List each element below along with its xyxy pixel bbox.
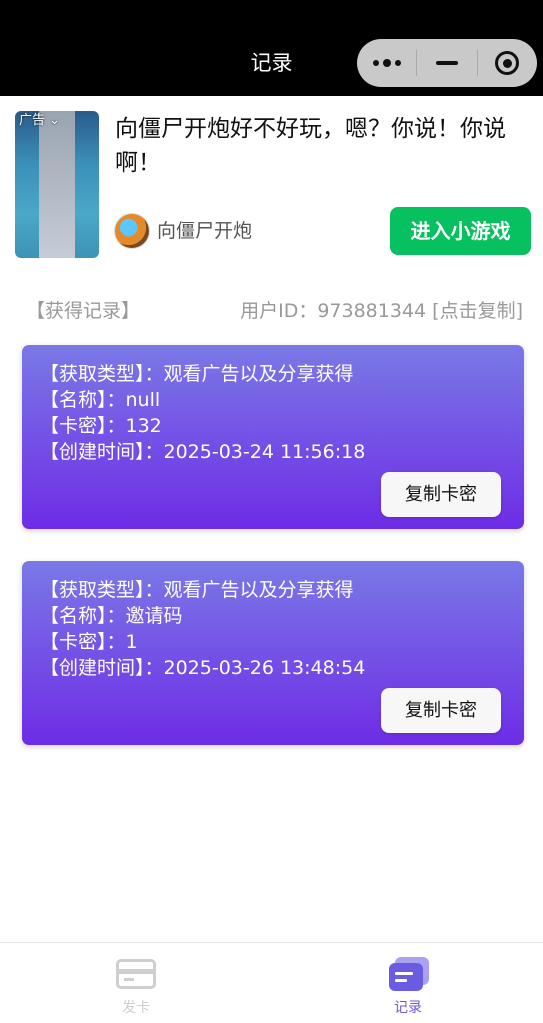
more-dots-icon xyxy=(372,59,401,67)
record-code: 【卡密】：132 xyxy=(40,415,162,437)
more-button[interactable] xyxy=(357,39,416,87)
ad-title[interactable]: 向僵尸开炮好不好玩，嗯？你说！你说啊！ xyxy=(115,112,530,180)
copy-user-id-link[interactable]: 用户ID：973881344 [点击复制] xyxy=(240,296,523,326)
record-card: 【获取类型】：观看广告以及分享获得 【名称】：邀请码 【卡密】：1 【创建时间】… xyxy=(22,561,524,745)
record-card: 【获取类型】：观看广告以及分享获得 【名称】：null 【卡密】：132 【创建… xyxy=(22,345,524,529)
record-name: 【名称】：null xyxy=(40,389,161,411)
navigation-bar: 记录 xyxy=(0,0,543,96)
mini-program-capsule xyxy=(357,39,537,87)
records-label: 【获得记录】 xyxy=(26,300,141,322)
record-name: 【名称】：邀请码 xyxy=(40,605,183,627)
close-button[interactable] xyxy=(478,39,537,87)
records-header: 【获得记录】 用户ID：973881344 [点击复制] xyxy=(26,296,523,326)
records-icon xyxy=(389,957,429,991)
ad-thumbnail[interactable]: 广告 ⌄ xyxy=(15,111,99,258)
tab-label: 记录 xyxy=(394,1000,422,1016)
record-code: 【卡密】：1 xyxy=(40,631,138,653)
record-type: 【获取类型】：观看广告以及分享获得 xyxy=(40,363,354,385)
card-icon xyxy=(116,959,156,989)
ad-game-name: 向僵尸开炮 xyxy=(157,220,253,242)
ad-banner[interactable]: 广告 ⌄ 向僵尸开炮好不好玩，嗯？你说！你说啊！ 向僵尸开炮 进入小游戏 xyxy=(0,96,543,276)
minimize-icon xyxy=(436,61,458,65)
copy-code-button[interactable]: 复制卡密 xyxy=(381,472,501,517)
copy-code-button[interactable]: 复制卡密 xyxy=(381,688,501,733)
tab-records[interactable]: 记录 xyxy=(272,943,543,1023)
tab-bar: 发卡 记录 xyxy=(0,942,543,1023)
close-target-icon xyxy=(495,51,520,75)
tab-label: 发卡 xyxy=(122,1000,150,1016)
record-time: 【创建时间】：2025-03-24 11:56:18 xyxy=(40,441,366,463)
record-time: 【创建时间】：2025-03-26 13:48:54 xyxy=(40,657,366,679)
game-road-image xyxy=(39,111,75,258)
enter-minigame-button[interactable]: 进入小游戏 xyxy=(390,207,531,255)
ad-avatar xyxy=(114,213,150,249)
record-type: 【获取类型】：观看广告以及分享获得 xyxy=(40,579,354,601)
ad-tag: 广告 ⌄ xyxy=(19,113,61,128)
tab-issue-card[interactable]: 发卡 xyxy=(0,943,272,1023)
minimize-button[interactable] xyxy=(417,39,476,87)
